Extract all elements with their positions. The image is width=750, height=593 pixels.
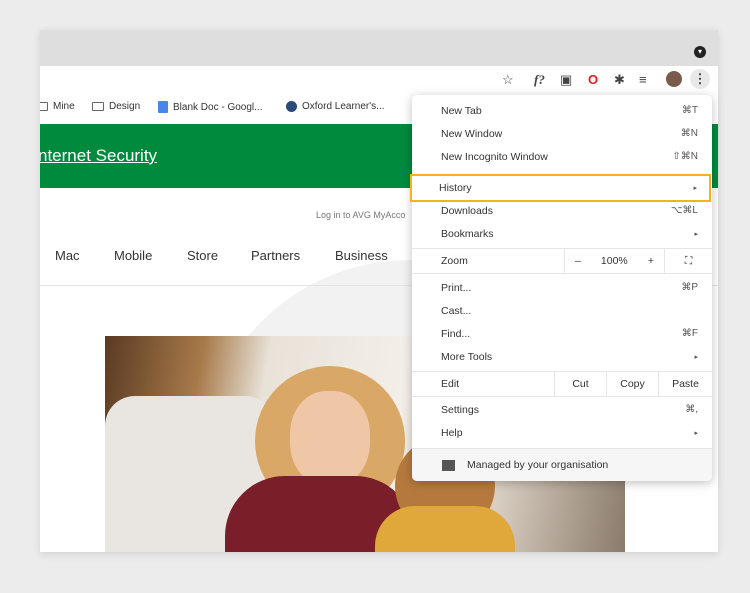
menu-label: New Window bbox=[441, 127, 503, 140]
login-link[interactable]: Log in to AVG MyAcco bbox=[316, 210, 405, 220]
bookmark-label: Mine bbox=[53, 101, 75, 112]
globe-icon bbox=[286, 101, 297, 112]
tab-bar: ▾ bbox=[40, 30, 718, 66]
menu-new-window[interactable]: New Window ⌘N bbox=[412, 122, 712, 145]
shortcut: ⇧⌘N bbox=[672, 151, 698, 162]
folder-icon bbox=[92, 102, 104, 111]
bookmark-label: Oxford Learner's... bbox=[302, 101, 385, 112]
building-icon bbox=[442, 459, 455, 471]
avatar[interactable] bbox=[666, 71, 682, 87]
chevron-right-icon: ▸ bbox=[693, 185, 697, 192]
chevron-right-icon: ▸ bbox=[694, 353, 698, 361]
menu-label: More Tools bbox=[441, 350, 493, 363]
menu-label: Cast... bbox=[441, 304, 472, 317]
kebab-menu-icon[interactable]: ⋮ bbox=[690, 69, 710, 89]
menu-settings[interactable]: Settings ⌘, bbox=[412, 398, 712, 421]
fullscreen-icon[interactable]: ⛶ bbox=[664, 249, 712, 273]
shortcut: ⌘, bbox=[685, 404, 698, 415]
menu-more-tools[interactable]: More Tools ▸ bbox=[412, 345, 712, 368]
zoom-level: 100% bbox=[600, 255, 628, 267]
menu-zoom: Zoom – 100% + ⛶ bbox=[412, 249, 712, 273]
nav-mobile[interactable]: Mobile bbox=[114, 248, 152, 263]
nav-mac[interactable]: Mac bbox=[55, 248, 80, 263]
menu-cast[interactable]: Cast... bbox=[412, 299, 712, 322]
managed-by-organisation[interactable]: Managed by your organisation bbox=[412, 448, 712, 481]
shortcut: ⌘P bbox=[681, 282, 698, 293]
folder-icon bbox=[40, 102, 48, 111]
bookmark-mine[interactable]: Mine bbox=[40, 101, 75, 112]
chevron-right-icon: ▸ bbox=[694, 429, 698, 437]
menu-edit: Edit Cut Copy Paste bbox=[412, 372, 712, 396]
formula-icon[interactable]: f? bbox=[534, 72, 545, 88]
menu-label: Downloads bbox=[441, 204, 493, 217]
managed-label: Managed by your organisation bbox=[467, 459, 609, 471]
separator bbox=[412, 396, 712, 397]
menu-label: Edit bbox=[441, 378, 460, 390]
menu-history[interactable]: History ▸ bbox=[410, 174, 711, 202]
menu-label: New Incognito Window bbox=[441, 150, 548, 163]
bookmark-label: Design bbox=[109, 101, 141, 112]
zoom-controls: – 100% + bbox=[564, 249, 664, 273]
cut-button[interactable]: Cut bbox=[554, 372, 606, 396]
separator bbox=[412, 273, 712, 274]
menu-label: Zoom bbox=[441, 255, 468, 267]
toolbar: ☆ f? ▣ O ✱ ≡ ⋮ bbox=[40, 66, 718, 95]
menu-label: Help bbox=[441, 426, 463, 439]
menu-label: Find... bbox=[441, 327, 471, 340]
chevron-right-icon: ▸ bbox=[694, 230, 698, 238]
menu-label: History bbox=[439, 182, 472, 194]
menu-print[interactable]: Print... ⌘P bbox=[412, 276, 712, 299]
download-icon[interactable]: ▾ bbox=[694, 46, 706, 58]
bookmark-design[interactable]: Design bbox=[92, 101, 140, 112]
bookmark-blank-doc[interactable]: Blank Doc - Googl... bbox=[158, 101, 262, 113]
zoom-out-button[interactable]: – bbox=[575, 255, 581, 267]
menu-bookmarks[interactable]: Bookmarks ▸ bbox=[412, 222, 712, 245]
nav-store[interactable]: Store bbox=[187, 248, 218, 263]
menu-find[interactable]: Find... ⌘F bbox=[412, 322, 712, 345]
menu-label: New Tab bbox=[441, 104, 482, 117]
copy-button[interactable]: Copy bbox=[606, 372, 658, 396]
menu-label: Print... bbox=[441, 281, 472, 294]
bookmark-label: Blank Doc - Googl... bbox=[173, 101, 263, 113]
shortcut: ⌘T bbox=[681, 105, 698, 116]
zoom-in-button[interactable]: + bbox=[648, 255, 654, 267]
menu-label: Bookmarks bbox=[441, 227, 494, 240]
woman-face bbox=[290, 391, 370, 486]
menu-new-incognito-window[interactable]: New Incognito Window ⇧⌘N bbox=[412, 145, 712, 168]
nav-business[interactable]: Business bbox=[335, 248, 388, 263]
bookmark-oxford[interactable]: Oxford Learner's... bbox=[286, 101, 385, 112]
puzzle-icon[interactable]: ✱ bbox=[614, 72, 625, 88]
opera-icon[interactable]: O bbox=[588, 72, 598, 87]
girl-top bbox=[375, 506, 515, 552]
shortcut: ⌘F bbox=[681, 328, 698, 339]
nav-partners[interactable]: Partners bbox=[251, 248, 300, 263]
monitor-icon[interactable]: ▣ bbox=[560, 72, 572, 88]
menu-new-tab[interactable]: New Tab ⌘T bbox=[412, 99, 712, 122]
star-icon[interactable]: ☆ bbox=[502, 72, 514, 88]
site-brand-link[interactable]: nternet Security bbox=[40, 146, 157, 166]
shortcut: ⌘N bbox=[680, 128, 698, 139]
menu-label: Settings bbox=[441, 403, 479, 416]
reading-list-icon[interactable]: ≡ bbox=[639, 72, 647, 87]
menu-help[interactable]: Help ▸ bbox=[412, 421, 712, 444]
shortcut: ⌥⌘L bbox=[670, 205, 698, 216]
chrome-menu: New Tab ⌘T New Window ⌘N New Incognito Win… bbox=[410, 95, 712, 481]
menu-downloads[interactable]: Downloads ⌥⌘L bbox=[412, 199, 712, 222]
paste-button[interactable]: Paste bbox=[658, 372, 712, 396]
google-doc-icon bbox=[158, 101, 168, 113]
